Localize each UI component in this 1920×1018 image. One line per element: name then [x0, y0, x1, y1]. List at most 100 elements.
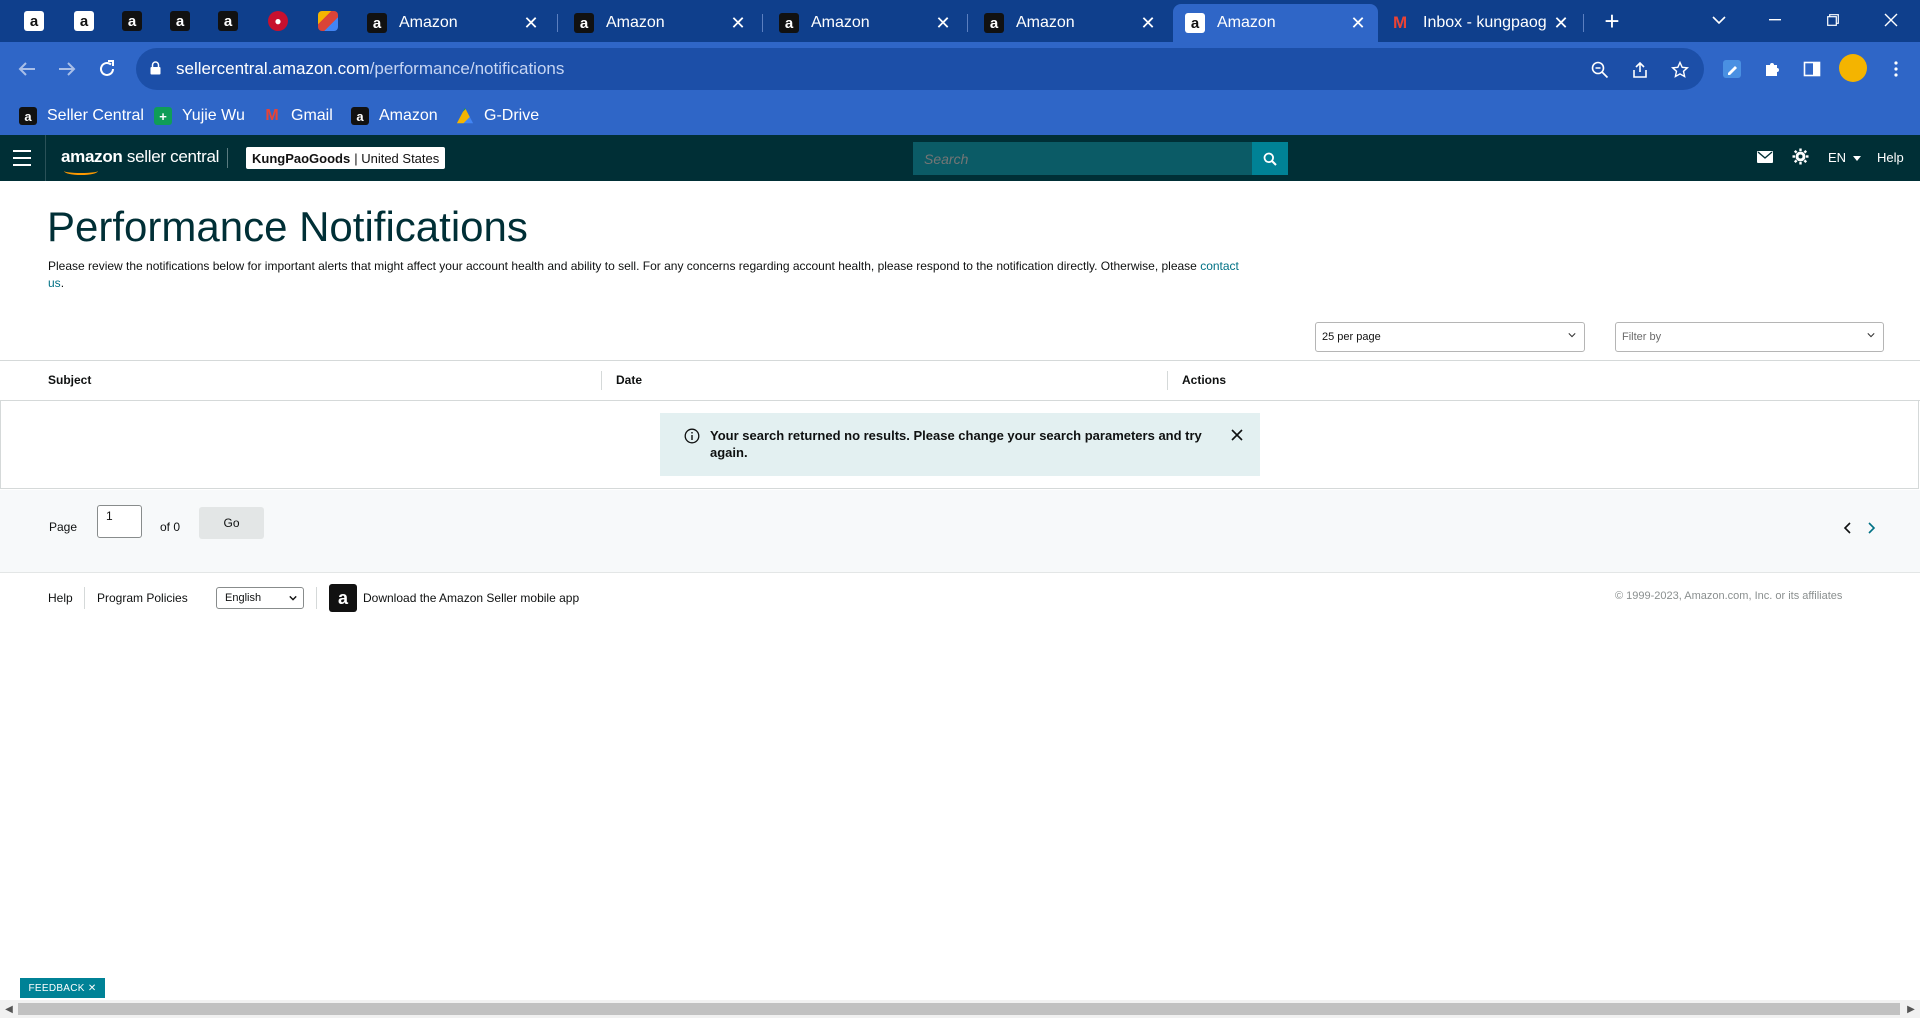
footer-separator	[316, 587, 317, 609]
logo-brand: amazon	[61, 147, 123, 166]
column-header-subject[interactable]: Subject	[48, 373, 91, 387]
amazon-smile-icon	[64, 167, 98, 175]
side-panel-icon[interactable]	[1797, 54, 1827, 84]
chevron-left-icon[interactable]	[1843, 522, 1853, 534]
pinned-tab-amazon[interactable]: a	[210, 6, 246, 36]
pinned-tab-amazon[interactable]: a	[162, 6, 198, 36]
back-button[interactable]	[12, 54, 42, 84]
app-icon	[318, 11, 338, 31]
amazon-icon: a	[74, 11, 94, 31]
pinned-tab-amazon[interactable]: a	[114, 6, 150, 36]
chevron-right-icon[interactable]	[1866, 522, 1876, 534]
settings-gear-icon[interactable]	[1792, 148, 1809, 170]
program-policies-link[interactable]: Program Policies	[97, 591, 188, 605]
store-switcher[interactable]: KungPaoGoods | United States	[246, 147, 446, 169]
url-text[interactable]: sellercentral.amazon.com/performance/not…	[176, 59, 564, 79]
profile-avatar[interactable]	[1839, 54, 1867, 82]
store-marketplace: | United States	[354, 150, 440, 166]
mail-icon[interactable]	[1757, 150, 1773, 168]
pinned-tab-red[interactable]: ●	[260, 6, 296, 36]
extension-pen-icon[interactable]	[1717, 54, 1747, 84]
tab-amazon[interactable]: a Amazon ✕	[972, 4, 1168, 42]
caret-down-icon	[1852, 156, 1861, 162]
search-button[interactable]	[1252, 142, 1288, 175]
forward-button[interactable]	[52, 54, 82, 84]
bookmark-gmail[interactable]: M Gmail	[263, 104, 333, 128]
scroll-left-icon[interactable]: ◀	[2, 1002, 16, 1016]
feedback-button[interactable]: FEEDBACK ✕	[20, 978, 105, 998]
download-app-link[interactable]: Download the Amazon Seller mobile app	[363, 591, 579, 605]
new-tab-button[interactable]: +	[1597, 6, 1627, 36]
tab-separator	[762, 14, 763, 32]
bookmark-label: Seller Central	[47, 107, 144, 124]
tab-gmail-inbox[interactable]: M Inbox - kungpaog ✕	[1381, 4, 1581, 42]
extensions-puzzle-icon[interactable]	[1757, 54, 1787, 84]
amazon-icon: a	[218, 11, 238, 31]
close-icon[interactable]: ✕	[1553, 13, 1569, 34]
close-icon[interactable]: ✕	[935, 13, 951, 34]
bookmarks-bar: a Seller Central + Yujie Wu M Gmail a Am…	[0, 97, 1920, 136]
language-selector[interactable]: EN	[1828, 150, 1861, 165]
chevron-down-icon	[289, 595, 297, 601]
restore-button[interactable]	[1810, 4, 1856, 36]
bookmark-seller-central[interactable]: a Seller Central	[19, 104, 144, 128]
close-icon[interactable]: ✕	[1140, 13, 1156, 34]
close-window-button[interactable]	[1868, 4, 1914, 36]
tab-search-chevron-icon[interactable]	[1696, 4, 1742, 36]
bookmark-amazon[interactable]: a Amazon	[351, 104, 438, 128]
tab-amazon[interactable]: a Amazon ✕	[562, 4, 758, 42]
minimize-button[interactable]	[1752, 4, 1798, 36]
zoom-icon[interactable]	[1588, 58, 1612, 82]
tab-label: Amazon	[606, 14, 665, 31]
gmail-icon: M	[1393, 13, 1408, 32]
per-page-dropdown[interactable]: 25 per page	[1315, 322, 1585, 352]
amazon-icon: a	[1185, 13, 1205, 33]
search-icon	[1263, 152, 1277, 166]
search-input[interactable]	[913, 142, 1252, 175]
header-divider	[45, 135, 46, 181]
copyright-text: © 1999-2023, Amazon.com, Inc. or its aff…	[1615, 590, 1843, 602]
tab-label: Amazon	[1016, 14, 1075, 31]
gmail-icon: M	[265, 107, 279, 124]
page-intro: Please review the notifications below fo…	[48, 258, 1248, 292]
amazon-icon: a	[351, 107, 369, 125]
address-bar[interactable]: sellercentral.amazon.com/performance/not…	[136, 48, 1704, 90]
column-header-date[interactable]: Date	[616, 373, 642, 387]
lock-icon[interactable]	[150, 61, 164, 77]
scroll-right-icon[interactable]: ▶	[1904, 1002, 1918, 1016]
amazon-icon: a	[779, 13, 799, 33]
pagination-bar: Page of 0 Go	[0, 490, 1920, 573]
tab-amazon[interactable]: a Amazon ✕	[767, 4, 963, 42]
pinned-tab-app[interactable]	[310, 6, 346, 36]
close-icon[interactable]: ✕	[730, 13, 746, 34]
horizontal-scrollbar[interactable]: ◀ ▶	[0, 1000, 1920, 1018]
page-number-input[interactable]	[97, 505, 142, 538]
help-link[interactable]: Help	[1877, 150, 1904, 165]
footer-help-link[interactable]: Help	[48, 591, 73, 605]
hamburger-menu-icon[interactable]	[13, 149, 31, 167]
filter-dropdown[interactable]: Filter by	[1615, 322, 1884, 352]
amazon-icon: a	[984, 13, 1004, 33]
tab-separator	[557, 14, 558, 32]
bookmark-yujie-wu[interactable]: + Yujie Wu	[154, 104, 245, 128]
seller-central-logo[interactable]: amazon seller central	[61, 147, 219, 167]
more-menu-icon[interactable]	[1881, 54, 1911, 84]
pinned-tab-amazon[interactable]: a	[16, 6, 52, 36]
amazon-seller-app-icon[interactable]: a	[329, 584, 357, 612]
tab-amazon-active[interactable]: a Amazon ✕	[1173, 4, 1378, 42]
share-icon[interactable]	[1628, 58, 1652, 82]
close-icon[interactable]: ✕	[1350, 13, 1366, 34]
bookmark-g-drive[interactable]: G-Drive	[456, 104, 539, 128]
bookmark-star-icon[interactable]	[1668, 58, 1692, 82]
close-icon[interactable]: ✕	[523, 13, 539, 34]
footer-language-select[interactable]: English	[216, 587, 304, 609]
tab-amazon[interactable]: a Amazon ✕	[355, 4, 551, 42]
pinned-tab-amazon[interactable]: a	[66, 6, 102, 36]
logo-product: seller central	[122, 147, 220, 166]
bookmark-label: Gmail	[291, 107, 333, 124]
amazon-icon: a	[367, 13, 387, 33]
scrollbar-thumb[interactable]	[18, 1003, 1900, 1015]
go-button[interactable]: Go	[199, 507, 264, 539]
reload-button[interactable]	[92, 54, 122, 84]
close-icon[interactable]	[1230, 428, 1244, 442]
